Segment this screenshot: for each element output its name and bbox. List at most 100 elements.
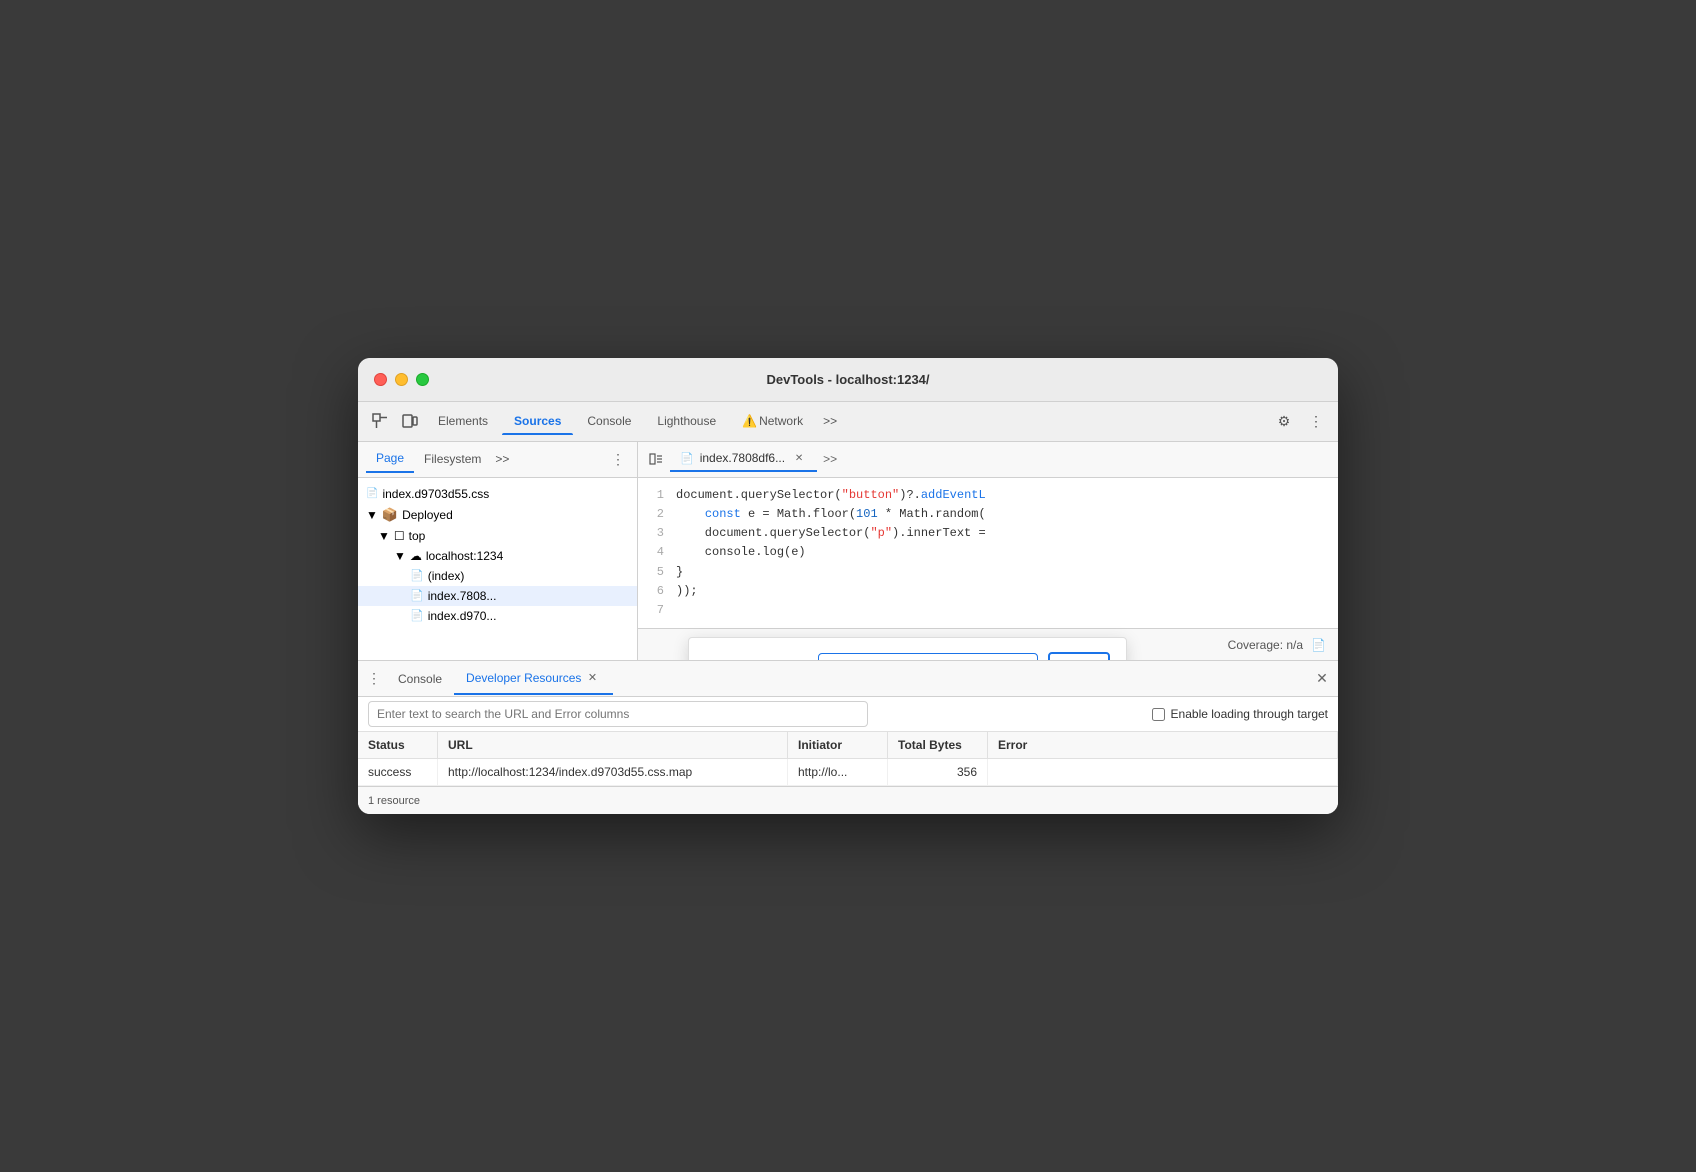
code-tab-label: index.7808df6... [700, 451, 785, 465]
tab-sources[interactable]: Sources [502, 408, 573, 434]
tab-lighthouse[interactable]: Lighthouse [645, 408, 728, 434]
tree-item-label: index.7808... [428, 589, 497, 603]
tabbar-actions: ⚙ ⋮ [1270, 407, 1330, 435]
header-status: Status [358, 732, 438, 758]
inspect-element-icon[interactable] [366, 407, 394, 435]
cell-error [988, 759, 1338, 785]
code-tab-active[interactable]: 📄 index.7808df6... ✕ [670, 446, 817, 472]
bottom-panel-menu[interactable]: ⋮ [362, 667, 386, 691]
code-line-3: 3 document.querySelector("p").innerText … [638, 524, 1338, 543]
device-toolbar-icon[interactable] [396, 407, 424, 435]
code-line-6: 6 )); [638, 582, 1338, 601]
main-tabbar: Elements Sources Console Lighthouse ⚠️Ne… [358, 402, 1338, 442]
arrow-icon: ▼ [394, 549, 406, 563]
line-number: 7 [646, 601, 676, 620]
tree-item-label: index.d9703d55.css [382, 487, 489, 501]
code-line-5: 5 } [638, 563, 1338, 582]
sourcemap-add-button[interactable]: Add [1048, 652, 1109, 660]
tree-item-label: localhost:1234 [426, 549, 503, 563]
enable-loading-text: Enable loading through target [1171, 707, 1328, 721]
close-button[interactable] [374, 373, 387, 386]
left-panel-more[interactable]: >> [495, 452, 509, 466]
header-error: Error [988, 732, 1338, 758]
tab-close-button[interactable]: ✕ [583, 669, 601, 687]
sourcemap-popup: Source map URL: Add [688, 637, 1127, 660]
resources-table: Status URL Initiator Total Bytes Error s… [358, 732, 1338, 786]
left-panel: Page Filesystem >> ⋮ 📄 index.d9703d55.cs… [358, 442, 638, 660]
cell-total-bytes: 356 [888, 759, 988, 785]
panel-menu-icon[interactable]: ⋮ [607, 448, 629, 470]
tree-item-label: index.d970... [428, 609, 497, 623]
file-tree: 📄 index.d9703d55.css ▼ 📦 Deployed ▼ ☐ to… [358, 478, 637, 660]
css-file-icon2: 📄 [410, 609, 424, 622]
tree-item-top[interactable]: ▼ ☐ top [358, 526, 637, 546]
more-menu-icon[interactable]: ⋮ [1302, 407, 1330, 435]
line-code: document.querySelector("p").innerText = [676, 524, 986, 543]
tree-item-js-selected[interactable]: 📄 index.7808... [358, 586, 637, 606]
minimize-button[interactable] [395, 373, 408, 386]
line-number: 6 [646, 582, 676, 601]
bottom-tabs: ⋮ Console Developer Resources ✕ ✕ [358, 661, 1338, 697]
titlebar: DevTools - localhost:1234/ [358, 358, 1338, 402]
right-panel: 📄 index.7808df6... ✕ >> 1 document.query… [638, 442, 1338, 660]
line-number: 2 [646, 505, 676, 524]
line-number: 1 [646, 486, 676, 505]
enable-loading-label[interactable]: Enable loading through target [1152, 707, 1328, 721]
file-icon: 📄 [410, 569, 424, 582]
enable-loading-checkbox[interactable] [1152, 708, 1165, 721]
deployed-icon: 📦 [382, 507, 398, 523]
line-number: 4 [646, 543, 676, 562]
warning-icon: ⚠️ [742, 414, 757, 428]
tree-item-index[interactable]: 📄 (index) [358, 566, 637, 586]
header-initiator: Initiator [788, 732, 888, 758]
tab-developer-resources[interactable]: Developer Resources ✕ [454, 663, 613, 695]
table-row[interactable]: success http://localhost:1234/index.d970… [358, 759, 1338, 786]
code-tab-more[interactable]: >> [817, 448, 843, 470]
tab-console[interactable]: Console [575, 408, 643, 434]
file-icon: 📄 [680, 452, 694, 465]
arrow-icon: ▼ [366, 508, 378, 522]
line-code: document.querySelector("button")?.addEve… [676, 486, 986, 505]
header-total-bytes: Total Bytes [888, 732, 988, 758]
resource-count: 1 resource [368, 795, 420, 807]
settings-icon[interactable]: ⚙ [1270, 407, 1298, 435]
main-content: Page Filesystem >> ⋮ 📄 index.d9703d55.cs… [358, 442, 1338, 660]
tab-network[interactable]: ⚠️Network [730, 408, 815, 434]
header-url: URL [438, 732, 788, 758]
panel-actions: ⋮ [607, 448, 629, 470]
search-row: Enable loading through target [358, 697, 1338, 732]
code-line-1: 1 document.querySelector("button")?.addE… [638, 486, 1338, 505]
code-tab-close[interactable]: ✕ [791, 450, 807, 466]
line-code: )); [676, 582, 698, 601]
tab-console-bottom[interactable]: Console [386, 666, 454, 692]
tree-item-css2[interactable]: 📄 index.d970... [358, 606, 637, 626]
cell-url: http://localhost:1234/index.d9703d55.css… [438, 759, 788, 785]
close-bottom-panel[interactable]: ✕ [1310, 667, 1334, 691]
search-input[interactable] [368, 701, 868, 727]
tree-item-label: (index) [428, 569, 465, 583]
window-controls [374, 373, 429, 386]
tab-elements[interactable]: Elements [426, 408, 500, 434]
tree-item-label: top [409, 529, 426, 543]
code-line-4: 4 console.log(e) [638, 543, 1338, 562]
coverage-icon: 📄 [1311, 638, 1326, 652]
code-line-2: 2 const e = Math.floor(101 * Math.random… [638, 505, 1338, 524]
sourcemap-input[interactable] [818, 653, 1038, 660]
line-number: 3 [646, 524, 676, 543]
css-file-icon: 📄 [366, 488, 378, 499]
tree-item-localhost[interactable]: ▼ ☁ localhost:1234 [358, 546, 637, 566]
more-tabs-button[interactable]: >> [817, 410, 843, 432]
tab-page[interactable]: Page [366, 445, 414, 473]
tree-item-css[interactable]: 📄 index.d9703d55.css [358, 484, 637, 504]
cell-status: success [358, 759, 438, 785]
maximize-button[interactable] [416, 373, 429, 386]
line-code: } [676, 563, 683, 582]
tab-filesystem[interactable]: Filesystem [414, 446, 491, 472]
footer-bar: 1 resource [358, 786, 1338, 814]
line-number: 5 [646, 563, 676, 582]
js-file-icon: 📄 [410, 589, 424, 602]
format-icon[interactable] [642, 445, 670, 473]
devtools-window: DevTools - localhost:1234/ Elements Sour… [358, 358, 1338, 814]
tree-item-deployed[interactable]: ▼ 📦 Deployed [358, 504, 637, 526]
left-panel-tabs: Page Filesystem >> ⋮ [358, 442, 637, 478]
